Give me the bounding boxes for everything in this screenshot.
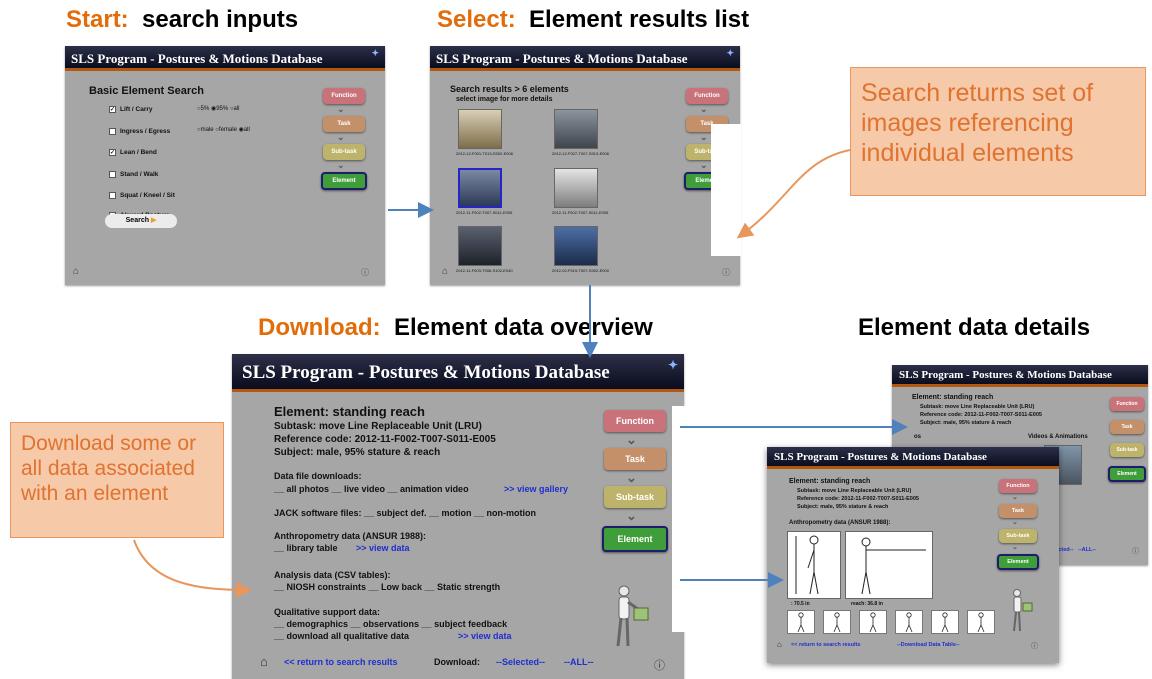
callout-download-pointer <box>133 539 252 598</box>
callout-search-pointer <box>736 149 851 239</box>
flow-arrows <box>133 149 908 598</box>
